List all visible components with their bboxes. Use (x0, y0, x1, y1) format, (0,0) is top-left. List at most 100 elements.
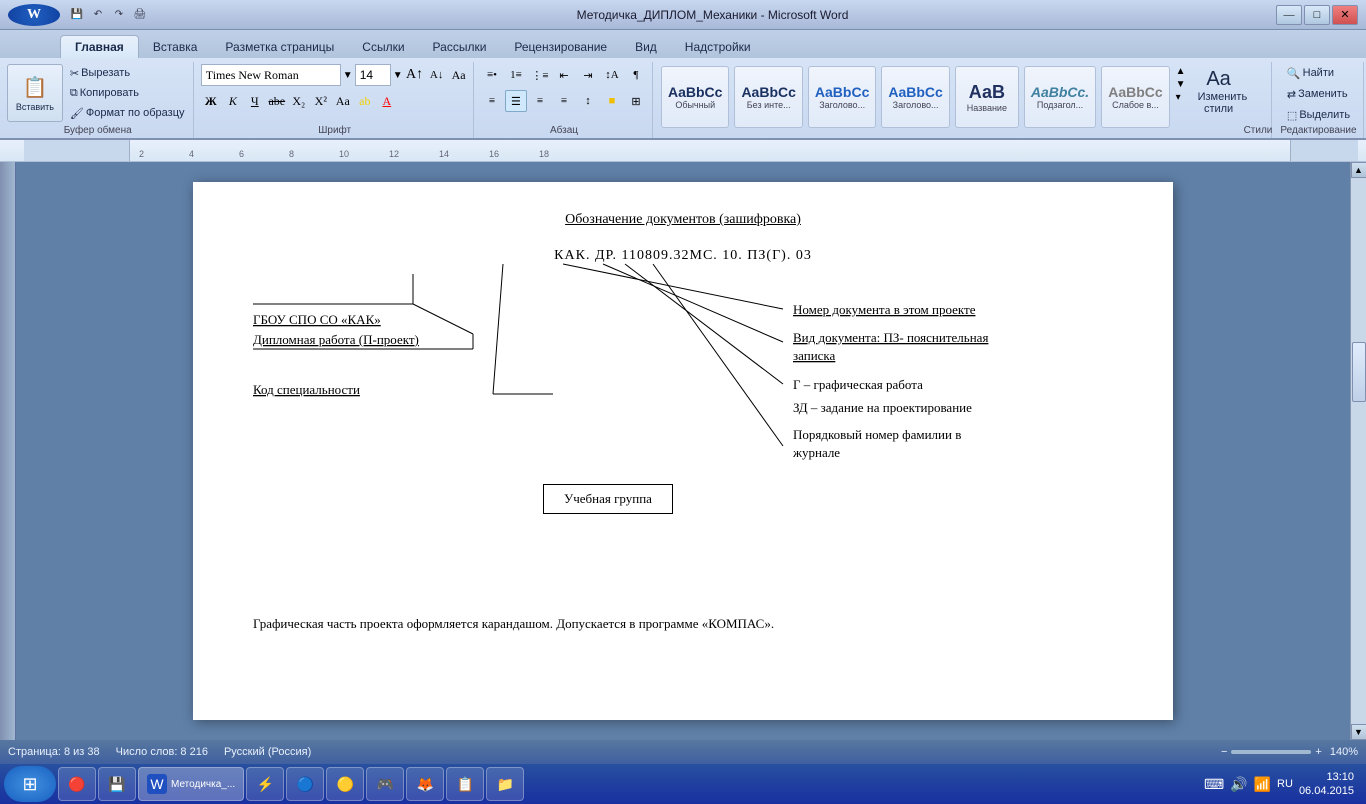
taskbar-game-button[interactable]: 🎮 (366, 767, 404, 801)
tray-network-icon[interactable]: 📶 (1254, 776, 1271, 793)
show-formatting-button[interactable]: ¶ (625, 64, 647, 86)
redo-qa-button[interactable]: ↷ (110, 6, 128, 24)
document-area[interactable]: Обозначение документов (зашифровка) КАК.… (16, 162, 1350, 740)
style-title[interactable]: АаВ Название (955, 66, 1019, 128)
style-h2[interactable]: AaBbCc Заголово... (881, 66, 949, 128)
style-normal[interactable]: AaBbCc Обычный (661, 66, 729, 128)
increase-indent-button[interactable]: ⇥ (577, 64, 599, 86)
taskbar-word-button[interactable]: W Методичка_... (138, 767, 244, 801)
tray-keyboard-icon[interactable]: ⌨ (1204, 776, 1224, 793)
clock: 13:10 06.04.2015 (1299, 770, 1354, 799)
numbering-button[interactable]: 1≡ (505, 64, 527, 86)
label-doc-number: Номер документа в этом проекте (793, 302, 976, 317)
align-center-button[interactable]: ☰ (505, 90, 527, 112)
tab-review[interactable]: Рецензирование (500, 36, 621, 58)
tab-references[interactable]: Ссылки (348, 36, 418, 58)
paste-button[interactable]: 📋 Вставить (7, 64, 63, 122)
styles-scroll-up[interactable]: ▲ (1176, 66, 1186, 77)
line-spacing-button[interactable]: ↕ (577, 90, 599, 112)
tab-view[interactable]: Вид (621, 36, 671, 58)
scroll-down-button[interactable]: ▼ (1351, 724, 1366, 740)
sort-button[interactable]: ↕A (601, 64, 623, 86)
minimize-button[interactable]: — (1276, 5, 1302, 25)
font-name-dropdown-icon[interactable]: ▼ (343, 70, 353, 81)
select-button[interactable]: ⬚ Выделить (1283, 106, 1354, 124)
styles-more-button[interactable]: ▾ (1176, 92, 1186, 103)
cut-button[interactable]: ✂ Вырезать (66, 64, 189, 82)
superscript-button[interactable]: X² (311, 91, 331, 111)
start-button[interactable]: ⊞ (4, 766, 56, 802)
save-qa-button[interactable]: 💾 (68, 6, 86, 24)
font-color-button[interactable]: A (377, 91, 397, 111)
font-size-dropdown-icon[interactable]: ▼ (393, 70, 403, 81)
taskbar-blue-button[interactable]: 🔵 (286, 767, 324, 801)
maximize-button[interactable]: □ (1304, 5, 1330, 25)
font-size-input[interactable] (355, 64, 391, 86)
bold-button[interactable]: Ж (201, 91, 221, 111)
taskbar-files-button[interactable]: 📁 (486, 767, 524, 801)
ribbon-content: 📋 Вставить ✂ Вырезать ⧉ Копировать 🖌 Фор… (0, 58, 1366, 138)
firefox-icon: 🦊 (415, 774, 435, 794)
align-right-button[interactable]: ≡ (529, 90, 551, 112)
bullets-button[interactable]: ≡• (481, 64, 503, 86)
align-left-button[interactable]: ≡ (481, 90, 503, 112)
scroll-track[interactable] (1351, 178, 1366, 724)
tab-home[interactable]: Главная (60, 35, 139, 58)
format-painter-icon: 🖌 (70, 107, 84, 120)
label-assignment: ЗД – задание на проектирование (793, 400, 972, 415)
justify-button[interactable]: ≡ (553, 90, 575, 112)
taskbar-yellow-button[interactable]: 🟡 (326, 767, 364, 801)
files-icon: 📁 (495, 774, 515, 794)
style-h1[interactable]: AaBbCc Заголово... (808, 66, 876, 128)
decrease-indent-button[interactable]: ⇤ (553, 64, 575, 86)
clear-format-button[interactable]: Aa (449, 65, 469, 85)
vertical-scrollbar[interactable]: ▲ ▼ (1350, 162, 1366, 740)
undo-qa-button[interactable]: ↶ (89, 6, 107, 24)
zoom-in-button[interactable]: + (1315, 746, 1321, 758)
style-no-spacing[interactable]: AaBbCc Без инте... (734, 66, 802, 128)
italic-button[interactable]: К (223, 91, 243, 111)
format-painter-button[interactable]: 🖌 Формат по образцу (66, 104, 189, 122)
tab-page-layout[interactable]: Разметка страницы (211, 36, 348, 58)
multilevel-list-button[interactable]: ⋮≡ (529, 64, 551, 86)
grow-font-button[interactable]: A↑ (405, 65, 425, 85)
text-case-button[interactable]: Aa (333, 91, 353, 111)
change-styles-button[interactable]: Aa Изменить стили (1194, 64, 1244, 119)
styles-scroll-down[interactable]: ▼ (1176, 79, 1186, 90)
highlight-color-button[interactable]: ab (355, 91, 375, 111)
taskbar-firefox-button[interactable]: 🦊 (406, 767, 444, 801)
zoom-out-button[interactable]: − (1221, 746, 1227, 758)
scroll-thumb[interactable] (1352, 342, 1366, 402)
scroll-up-button[interactable]: ▲ (1351, 162, 1366, 178)
font-group-content: ▼ ▼ A↑ A↓ Aa Ж К Ч abe X₂ X² Aa ab A (201, 64, 469, 125)
subscript-button[interactable]: X₂ (289, 91, 309, 111)
taskbar-save-button[interactable]: 💾 (98, 767, 136, 801)
ruler-mark-12: 12 (389, 149, 399, 159)
find-button[interactable]: 🔍 Найти (1283, 64, 1338, 82)
shrink-font-button[interactable]: A↓ (427, 65, 447, 85)
page-info: Страница: 8 из 38 (8, 746, 100, 758)
taskbar-clipboard-button[interactable]: 📋 (446, 767, 484, 801)
border-button[interactable]: ⊞ (625, 90, 647, 112)
tab-addins[interactable]: Надстройки (671, 36, 765, 58)
language-tray[interactable]: RU (1277, 778, 1293, 790)
replace-button[interactable]: ⇄ Заменить (1283, 85, 1352, 103)
font-name-input[interactable] (201, 64, 341, 86)
tab-insert[interactable]: Вставка (139, 36, 212, 58)
zoom-slider[interactable] (1231, 750, 1311, 754)
copy-button[interactable]: ⧉ Копировать (66, 84, 189, 102)
style-subtle-em-label: Слабое в... (1112, 100, 1159, 110)
underline-button[interactable]: Ч (245, 91, 265, 111)
office-button[interactable]: W (8, 4, 60, 26)
tab-mailings[interactable]: Рассылки (419, 36, 501, 58)
close-button[interactable]: ✕ (1332, 5, 1358, 25)
ribbon-tab-list: Главная Вставка Разметка страницы Ссылки… (0, 30, 1366, 58)
print-qa-button[interactable]: 🖨 (131, 6, 149, 24)
tray-volume-icon[interactable]: 🔊 (1230, 776, 1247, 793)
taskbar-lightning-button[interactable]: ⚡ (246, 767, 284, 801)
style-subtitle[interactable]: AaBbCc. Подзагол... (1024, 66, 1096, 128)
taskbar-chrome-button[interactable]: 🔴 (58, 767, 96, 801)
shading-button[interactable]: ■ (601, 90, 623, 112)
style-subtle-em[interactable]: AaBbCc Слабое в... (1101, 66, 1169, 128)
strikethrough-button[interactable]: abe (267, 91, 287, 111)
